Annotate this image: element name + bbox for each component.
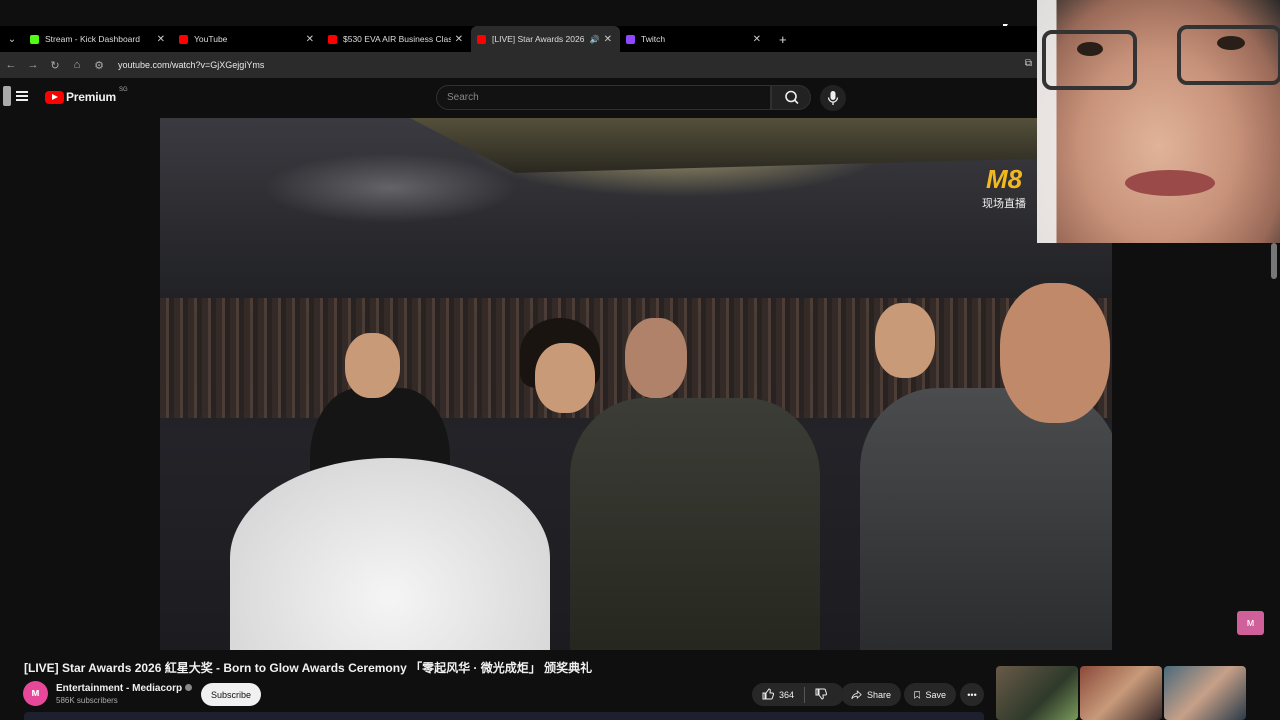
audience-person-suit <box>860 388 1112 650</box>
like-count[interactable]: 364 <box>779 690 794 700</box>
close-tab-icon[interactable]: ✕ <box>604 34 612 45</box>
sidebar-scroll-handle[interactable] <box>3 86 11 106</box>
logo-text: Premium <box>66 90 116 104</box>
twitch-favicon-icon <box>626 34 635 44</box>
save-label: Save <box>925 689 946 700</box>
save-button[interactable]: Save <box>904 683 956 706</box>
tab-list-chevron-icon[interactable]: ⌄ <box>0 34 24 45</box>
like-dislike-group: 364 <box>752 683 844 706</box>
channel-name[interactable]: Entertainment - Mediacorp <box>56 683 182 694</box>
more-dots-icon: ••• <box>967 689 977 700</box>
video-thumbnail[interactable] <box>1080 666 1162 720</box>
channel-watermark: M8 现场直播 <box>982 165 1026 211</box>
new-tab-plus-icon[interactable]: + <box>779 32 787 47</box>
channel-8-logo: M8 <box>985 164 1023 194</box>
reload-icon[interactable]: ↻ <box>44 59 66 72</box>
verified-check-icon <box>185 684 193 691</box>
tab-star-awards[interactable]: [LIVE] Star Awards 2026 紅星 🔊 ✕ <box>471 26 620 52</box>
recommended-videos-strip <box>996 666 1248 720</box>
microphone-icon <box>827 91 839 105</box>
subscriber-count: 586K subscribers <box>56 696 118 705</box>
tab-title: [LIVE] Star Awards 2026 紅星 <box>492 34 587 44</box>
forward-arrow-icon[interactable]: → <box>22 59 44 71</box>
streamer-webcam-overlay <box>1037 0 1280 243</box>
speaker-icon[interactable]: 🔊 <box>590 35 600 44</box>
glasses-lens-right <box>1177 25 1280 85</box>
search-icon <box>785 90 799 105</box>
description-box[interactable] <box>24 712 984 720</box>
search-button[interactable] <box>771 85 811 110</box>
audience-head <box>535 343 595 413</box>
share-button[interactable]: Share <box>841 683 901 706</box>
url-field[interactable]: youtube.com/watch?v=GjXGejgiYms <box>118 60 264 70</box>
site-info-icon[interactable]: ⚙ <box>88 59 110 72</box>
close-tab-icon[interactable]: ✕ <box>753 34 761 45</box>
live-broadcast-label: 现场直播 <box>982 198 1026 210</box>
close-tab-icon[interactable]: ✕ <box>455 34 463 45</box>
tab-youtube[interactable]: YouTube ✕ <box>173 26 322 52</box>
tab-twitch[interactable]: Twitch ✕ <box>620 26 769 52</box>
search-input[interactable]: Search <box>436 85 771 110</box>
youtube-favicon-icon <box>328 34 337 44</box>
subscribe-button[interactable]: Subscribe <box>201 683 261 706</box>
video-thumbnail[interactable] <box>1164 666 1246 720</box>
video-title: [LIVE] Star Awards 2026 紅星大奖 - Born to G… <box>24 661 593 675</box>
country-code: SG <box>118 87 128 93</box>
video-thumbnail[interactable] <box>996 666 1078 720</box>
youtube-favicon-icon <box>179 34 188 44</box>
kick-favicon-icon <box>30 34 39 44</box>
glasses-lens-left <box>1042 30 1137 90</box>
audience-head <box>345 333 400 398</box>
eye-right <box>1217 36 1245 50</box>
audience-head <box>1000 283 1110 423</box>
tab-title: YouTube <box>194 34 228 44</box>
video-frame: M8 现场直播 <box>160 118 1112 650</box>
tab-eva-air[interactable]: $530 EVA AIR Business Class Ex ✕ <box>322 26 471 52</box>
tab-title: $530 EVA AIR Business Class Ex <box>343 34 451 44</box>
channel-avatar[interactable]: ᴍ <box>23 681 48 706</box>
tab-title: Stream - Kick Dashboard <box>45 34 140 44</box>
browser-tab-bar: ⌄ Stream - Kick Dashboard ✕ YouTube ✕ $5… <box>0 26 1040 52</box>
close-tab-icon[interactable]: ✕ <box>306 34 314 45</box>
audience-head <box>625 318 687 398</box>
divider <box>804 686 806 703</box>
eye-left <box>1077 42 1103 56</box>
share-arrow-icon <box>851 689 862 699</box>
youtube-header: Premium SG Search <box>0 78 1040 118</box>
youtube-favicon-icon <box>477 34 486 44</box>
mediacorp-corner-logo: ᴍ <box>1237 611 1264 635</box>
audience-white-gown <box>230 458 550 650</box>
back-arrow-icon[interactable]: ← <box>0 59 22 71</box>
hamburger-menu-icon[interactable] <box>16 91 28 101</box>
close-tab-icon[interactable]: ✕ <box>157 34 165 45</box>
like-button[interactable] <box>762 687 775 702</box>
tab-title: Twitch <box>641 34 666 44</box>
youtube-play-icon <box>45 90 64 104</box>
tab-kick-dashboard[interactable]: Stream - Kick Dashboard ✕ <box>24 26 173 52</box>
video-player[interactable]: M8 现场直播 <box>160 118 1112 650</box>
dislike-button[interactable] <box>815 688 828 702</box>
audience-person-suit <box>570 398 820 650</box>
address-bar: ← → ↻ ⌂ ⚙ youtube.com/watch?v=GjXGejgiYm… <box>0 52 1040 78</box>
thumbs-down-icon <box>815 688 828 700</box>
voice-search-button[interactable] <box>820 85 846 111</box>
page-scrollbar[interactable] <box>1271 243 1277 279</box>
audience-head <box>875 303 935 378</box>
thumbs-up-icon <box>762 687 775 699</box>
home-icon[interactable]: ⌂ <box>66 59 88 71</box>
youtube-premium-logo[interactable]: Premium SG <box>45 87 128 104</box>
install-app-icon[interactable]: ⧉ <box>1025 58 1032 69</box>
share-label: Share <box>866 689 891 700</box>
mouth <box>1125 170 1215 196</box>
bookmark-icon <box>914 690 921 699</box>
channel-name-row[interactable]: Entertainment - Mediacorp <box>56 683 193 694</box>
more-actions-button[interactable]: ••• <box>960 683 984 706</box>
